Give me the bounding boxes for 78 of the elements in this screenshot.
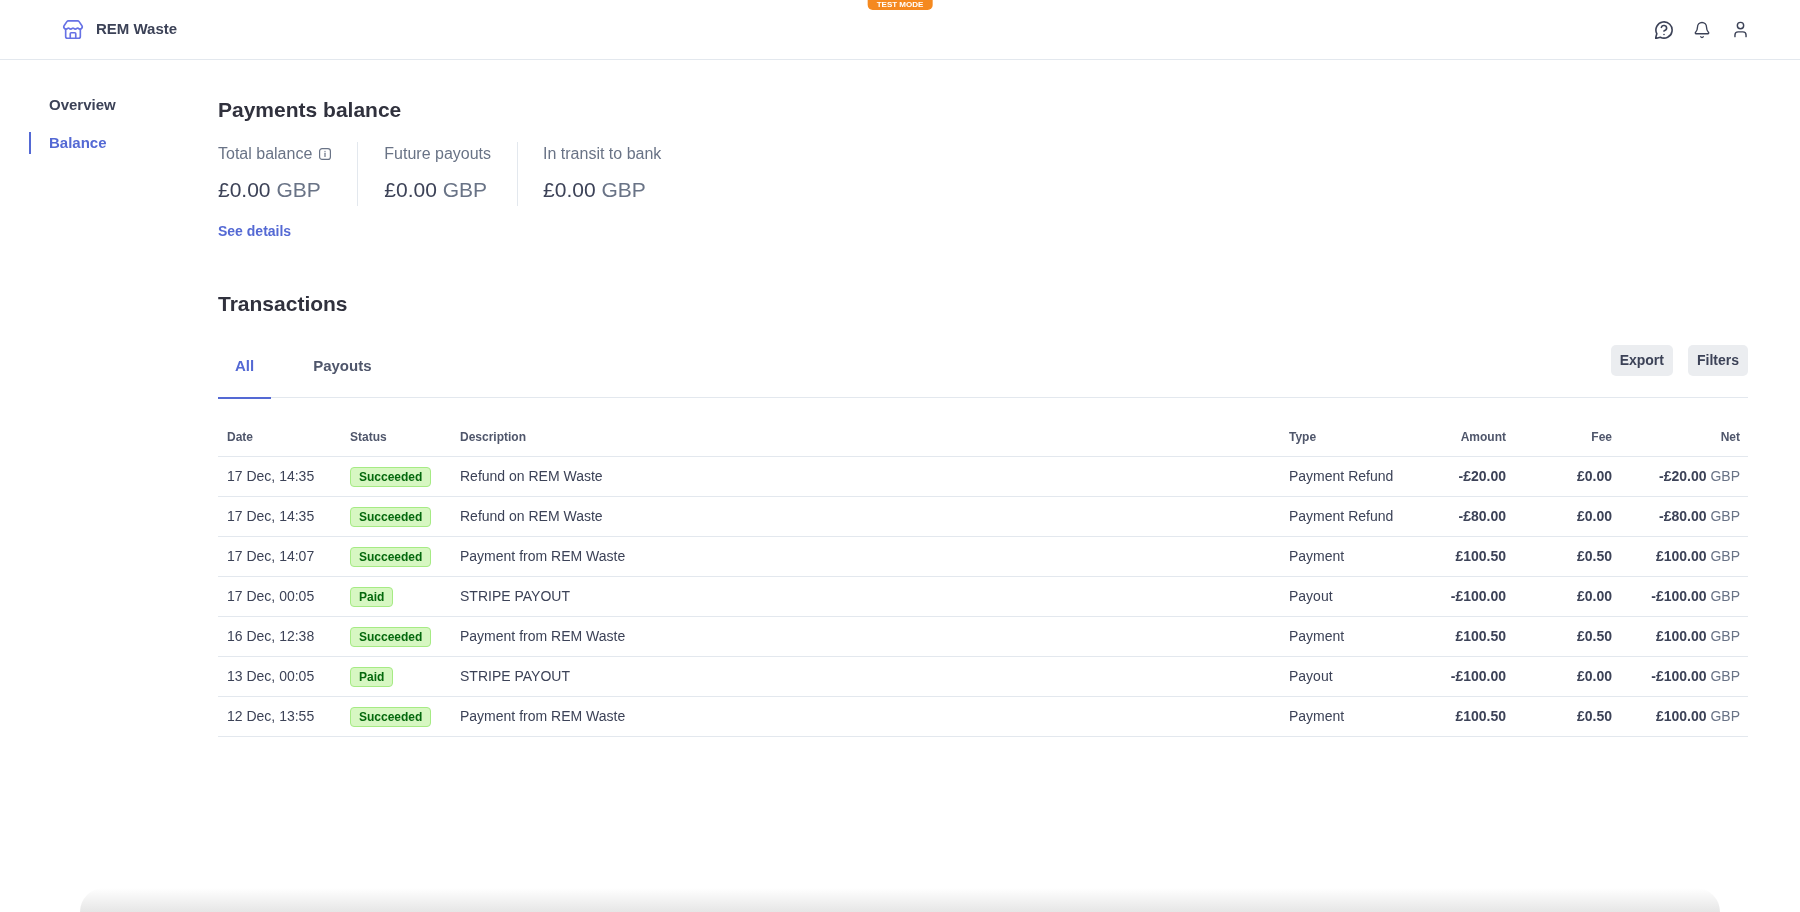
date-cell-text: 17 Dec, 14:35 <box>227 507 315 526</box>
net-cell-text: £100.00 GBP <box>1655 627 1740 646</box>
filters-button[interactable]: Filters <box>1688 345 1748 376</box>
column-header: Net <box>1720 429 1740 446</box>
type-cell-text: Payout <box>1289 667 1333 686</box>
amount-cell-text: -£20.00 <box>1458 467 1506 486</box>
type-cell-text: Payment <box>1289 547 1345 566</box>
date-cell-text: 17 Dec, 00:05 <box>227 587 315 606</box>
tab[interactable]: All <box>218 334 272 399</box>
test-mode-badge: TEST MODE <box>867 0 933 10</box>
notifications-icon[interactable] <box>1693 20 1711 39</box>
description-cell-text: Payment from REM Waste <box>460 547 626 566</box>
balance-label: In transit to bank <box>543 144 662 164</box>
balance-label: Future payouts <box>384 144 492 164</box>
description-cell-text: Payment from REM Waste <box>460 707 626 726</box>
sidebar-item[interactable]: Balance <box>29 132 107 154</box>
status-badge: Paid <box>350 666 394 687</box>
type-cell-text: Payment <box>1289 707 1345 726</box>
help-icon[interactable] <box>1655 20 1673 39</box>
column-header: Description <box>460 429 526 446</box>
type-cell-text: Payment Refund <box>1289 507 1394 526</box>
date-cell-text: 17 Dec, 14:35 <box>227 467 315 486</box>
tab[interactable]: Payouts <box>296 334 389 399</box>
description-cell-text: Payment from REM Waste <box>460 627 626 646</box>
fee-cell-text: £0.00 <box>1576 507 1612 526</box>
user-icon[interactable] <box>1731 20 1750 39</box>
balance-amount: £0.00 GBP <box>543 177 646 203</box>
type-cell-text: Payment Refund <box>1289 467 1394 486</box>
column-header: Fee <box>1591 429 1612 446</box>
balance-amount: £0.00 GBP <box>218 177 321 203</box>
fee-cell-text: £0.50 <box>1576 707 1612 726</box>
net-cell-text: -£100.00 GBP <box>1651 587 1740 606</box>
net-cell-text: £100.00 GBP <box>1655 707 1740 726</box>
status-badge: Succeeded <box>350 466 432 487</box>
net-cell-text: -£80.00 GBP <box>1659 507 1740 526</box>
export-button[interactable]: Export <box>1610 345 1673 376</box>
net-cell-text: -£20.00 GBP <box>1659 467 1740 486</box>
column-header: Status <box>350 429 387 446</box>
section-title: Payments balance <box>218 97 402 123</box>
date-cell-text: 17 Dec, 14:07 <box>227 547 315 566</box>
net-cell-text: -£100.00 GBP <box>1651 667 1740 686</box>
sidebar-item[interactable]: Overview <box>29 94 116 116</box>
description-cell-text: STRIPE PAYOUT <box>460 667 570 686</box>
amount-cell-text: -£100.00 <box>1450 587 1506 606</box>
fee-cell-text: £0.00 <box>1576 467 1612 486</box>
fee-cell-text: £0.50 <box>1576 547 1612 566</box>
status-badge: Succeeded <box>350 506 432 527</box>
balance-label: Total balance <box>218 144 313 164</box>
column-header: Type <box>1289 429 1317 446</box>
amount-cell-text: -£80.00 <box>1458 507 1506 526</box>
date-cell-text: 13 Dec, 00:05 <box>227 667 315 686</box>
status-badge: Succeeded <box>350 546 432 567</box>
fee-cell-text: £0.00 <box>1576 667 1612 686</box>
column-header: Date <box>227 429 253 446</box>
description-cell-text: STRIPE PAYOUT <box>460 587 570 606</box>
balance-amount: £0.00 GBP <box>384 177 488 203</box>
info-icon[interactable] <box>319 148 332 160</box>
status-badge: Succeeded <box>350 706 432 727</box>
fee-cell-text: £0.50 <box>1576 627 1612 646</box>
description-cell-text: Refund on REM Waste <box>460 467 603 486</box>
type-cell-text: Payout <box>1289 587 1333 606</box>
date-cell-text: 16 Dec, 12:38 <box>227 627 315 646</box>
amount-cell-text: -£100.00 <box>1450 667 1506 686</box>
type-cell-text: Payment <box>1289 627 1345 646</box>
amount-cell-text: £100.50 <box>1455 627 1506 646</box>
net-cell-text: £100.00 GBP <box>1655 547 1740 566</box>
column-header: Amount <box>1460 429 1506 446</box>
status-badge: Succeeded <box>350 626 432 647</box>
fee-cell-text: £0.00 <box>1576 587 1612 606</box>
see-details-link[interactable]: See details <box>218 221 292 241</box>
status-badge: Paid <box>350 586 394 607</box>
date-cell-text: 12 Dec, 13:55 <box>227 707 315 726</box>
brand-name: REM Waste <box>96 19 178 40</box>
section-title: Transactions <box>218 291 348 317</box>
amount-cell-text: £100.50 <box>1455 707 1506 726</box>
store-icon <box>62 18 84 41</box>
amount-cell-text: £100.50 <box>1455 547 1506 566</box>
description-cell-text: Refund on REM Waste <box>460 507 603 526</box>
